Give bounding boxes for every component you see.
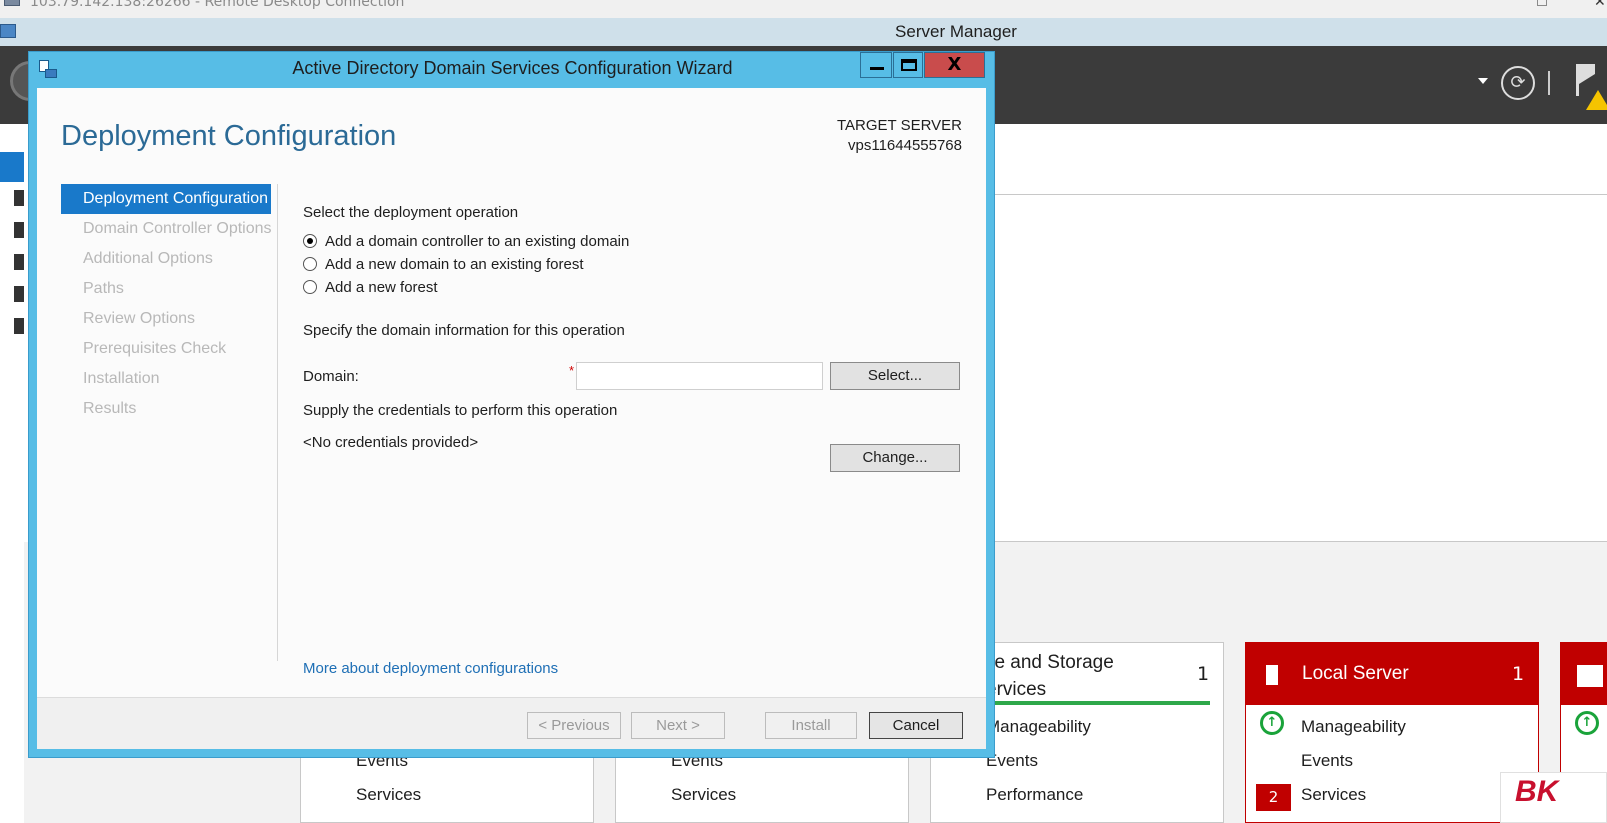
warning-icon xyxy=(1586,90,1607,110)
nav-item-domain-controller-options: Domain Controller Options xyxy=(83,220,272,237)
tile-row-events[interactable]: Events xyxy=(1301,751,1353,771)
rdp-app-icon xyxy=(4,0,20,6)
server-manager-title: Server Manager xyxy=(895,22,1017,41)
radio-button[interactable] xyxy=(303,257,317,271)
radio-label[interactable]: Add a new forest xyxy=(325,279,438,296)
wizard-footer: < Previous Next > Install Cancel xyxy=(37,697,986,749)
rdp-window-title: 103.79.142.138:26266 - Remote Desktop Co… xyxy=(30,0,405,10)
nav-item-additional-options: Additional Options xyxy=(83,250,213,267)
sidebar-item-dns[interactable] xyxy=(14,286,24,302)
wizard-title: Active Directory Domain Services Configu… xyxy=(292,58,733,78)
minimize-button[interactable] xyxy=(860,52,892,78)
status-bar xyxy=(986,701,1210,705)
sidebar-item-all-servers[interactable] xyxy=(14,222,24,238)
domain-field[interactable] xyxy=(576,362,823,390)
wizard-body: Deployment Configuration TARGET SERVER v… xyxy=(37,88,986,749)
nav-item-review-options: Review Options xyxy=(83,310,196,327)
servers-icon xyxy=(1577,665,1603,687)
radio-button[interactable] xyxy=(303,280,317,294)
tile-row-manageability[interactable]: Manageability xyxy=(986,717,1091,737)
header-divider xyxy=(1548,71,1550,95)
change-button[interactable]: Change... xyxy=(830,444,960,472)
maximize-button[interactable] xyxy=(893,52,923,78)
sidebar-item-dashboard[interactable] xyxy=(0,152,24,182)
tile-count: 1 xyxy=(1512,663,1525,685)
chevron-down-icon[interactable] xyxy=(1478,78,1488,84)
next-button[interactable]: Next > xyxy=(631,712,725,739)
tile-count: 1 xyxy=(1197,663,1210,685)
radio-add-dc-existing-domain[interactable]: Add a domain controller to an existing d… xyxy=(303,230,629,252)
wizard-nav: Deployment Configuration Domain Controll… xyxy=(61,184,272,424)
tile-title: Local Server xyxy=(1302,663,1409,684)
server-manager-sidebar xyxy=(0,124,24,823)
tile-row-manageability[interactable]: Manageability xyxy=(1301,717,1406,737)
tile-title[interactable]: ile and Storage ervices xyxy=(986,649,1114,703)
rdp-titlebar: 103.79.142.138:26266 - Remote Desktop Co… xyxy=(0,0,1607,18)
tile-header[interactable]: Local Server 1 xyxy=(1246,643,1538,705)
target-server: TARGET SERVER vps11644555768 xyxy=(837,116,962,156)
select-operation-label: Select the deployment operation xyxy=(303,204,519,221)
status-ok-icon: ↑ xyxy=(1260,711,1284,735)
nav-item-deployment-configuration[interactable]: Deployment Configuration xyxy=(61,184,271,214)
tile-row-services[interactable]: Services xyxy=(671,785,736,805)
sidebar-item-file-storage[interactable] xyxy=(14,318,24,334)
tile-row-services[interactable]: Services xyxy=(356,785,421,805)
domain-label: Domain: xyxy=(303,368,359,385)
install-button[interactable]: Install xyxy=(765,712,857,739)
status-ok-icon: ↑ xyxy=(1575,711,1599,735)
select-button[interactable]: Select... xyxy=(830,362,960,390)
target-server-name: vps11644555768 xyxy=(848,137,962,154)
bk-logo-text: BK xyxy=(1515,775,1559,808)
radio-add-new-forest[interactable]: Add a new forest xyxy=(303,276,438,298)
minimize-icon xyxy=(870,67,884,70)
notification-flag-shape xyxy=(1579,64,1595,84)
credentials-value: <No credentials provided> xyxy=(303,434,479,451)
domain-info-label: Specify the domain information for this … xyxy=(303,322,625,339)
radio-button[interactable] xyxy=(303,234,317,248)
previous-button[interactable]: < Previous xyxy=(527,712,621,739)
radio-add-domain-existing-forest[interactable]: Add a new domain to an existing forest xyxy=(303,253,584,275)
radio-label[interactable]: Add a new domain to an existing forest xyxy=(325,256,584,273)
credentials-label: Supply the credentials to perform this o… xyxy=(303,402,618,419)
close-button[interactable]: X xyxy=(924,52,985,78)
nav-item-paths: Paths xyxy=(83,280,124,297)
bk-logo: BK xyxy=(1500,772,1607,823)
tile-row-performance[interactable]: Performance xyxy=(986,785,1083,805)
nav-item-results: Results xyxy=(83,400,137,417)
tile-row-services[interactable]: Services xyxy=(1301,785,1366,805)
server-manager-titlebar: Server Manager xyxy=(0,18,1607,46)
refresh-icon[interactable]: ⟳ xyxy=(1501,66,1535,100)
local-server-tile[interactable]: Local Server 1 ↑ Manageability Events 2 … xyxy=(1245,642,1539,823)
server-icon xyxy=(1266,665,1278,685)
sidebar-item-local-server[interactable] xyxy=(14,190,24,206)
tile-title-line: ile and Storage xyxy=(986,652,1114,673)
services-alert-badge: 2 xyxy=(1256,784,1291,811)
required-marker: * xyxy=(569,363,575,378)
tile-title-line: ervices xyxy=(986,679,1047,700)
more-about-deployment-link[interactable]: More about deployment configurations xyxy=(303,660,558,677)
maximize-icon xyxy=(901,59,917,71)
target-server-label: TARGET SERVER xyxy=(836,117,962,134)
close-icon[interactable]: ✕ xyxy=(1594,0,1606,10)
sidebar-item-ad-ds[interactable] xyxy=(14,254,24,270)
nav-divider xyxy=(277,184,278,661)
restore-icon[interactable] xyxy=(1537,0,1547,6)
content-divider xyxy=(995,194,1607,195)
tile-header[interactable] xyxy=(1561,643,1607,705)
ad-ds-configuration-wizard: Active Directory Domain Services Configu… xyxy=(28,51,995,758)
nav-item-prerequisites-check: Prerequisites Check xyxy=(83,340,227,357)
radio-label[interactable]: Add a domain controller to an existing d… xyxy=(325,233,629,250)
page-title: Deployment Configuration xyxy=(61,120,397,152)
nav-item-installation: Installation xyxy=(83,370,160,387)
cancel-button[interactable]: Cancel xyxy=(869,712,963,739)
wizard-titlebar[interactable]: Active Directory Domain Services Configu… xyxy=(29,52,994,88)
